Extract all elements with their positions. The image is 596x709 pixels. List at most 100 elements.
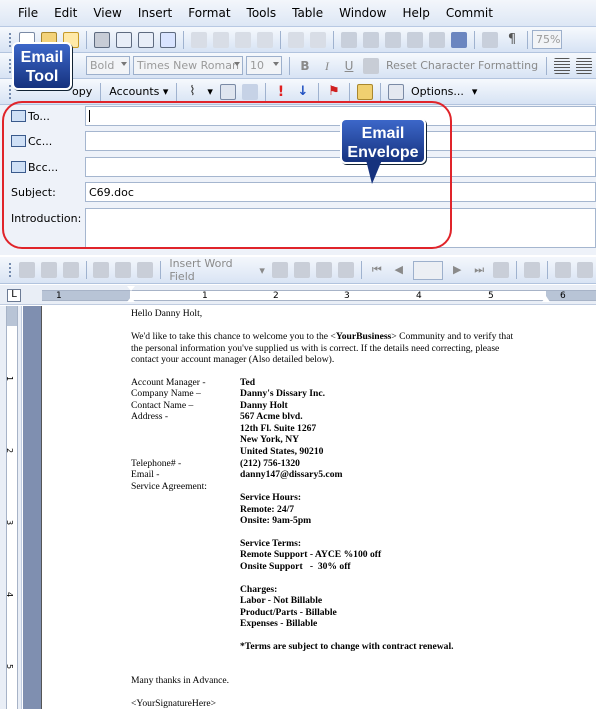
hyperlink-icon[interactable]	[341, 31, 357, 48]
document-map-icon[interactable]	[482, 31, 498, 48]
find-entry-icon[interactable]	[493, 262, 510, 278]
spelling-icon[interactable]	[138, 31, 154, 48]
highlight-fields-icon[interactable]	[293, 262, 310, 278]
options-button[interactable]: Options...	[411, 85, 464, 98]
underline-icon[interactable]: U	[341, 58, 357, 74]
menu-insert[interactable]: Insert	[130, 6, 180, 20]
print-preview-icon[interactable]	[116, 31, 132, 48]
format-painter-icon[interactable]	[257, 31, 273, 48]
address-line: 12th Fl. Suite 1267	[240, 423, 317, 434]
check-errors-icon[interactable]	[524, 262, 541, 278]
ruler-bar[interactable]: 1 1 2 3 4 5 6	[42, 290, 596, 301]
ruler-number: 4	[5, 591, 15, 598]
onsite-hours: Onsite: 9am-5pm	[240, 515, 312, 526]
menu-table[interactable]: Table	[284, 6, 331, 20]
follow-up-flag-icon[interactable]: ⚑	[326, 84, 342, 100]
menu-view[interactable]: View	[85, 6, 129, 20]
address-book-icon[interactable]	[241, 83, 258, 100]
separator	[86, 30, 87, 49]
drawing-icon[interactable]	[451, 31, 467, 48]
paste-icon[interactable]	[235, 31, 251, 48]
chevron-down-icon[interactable]: ▾	[259, 264, 265, 277]
print-icon[interactable]	[94, 31, 110, 48]
menu-tools[interactable]: Tools	[239, 6, 285, 20]
copy-button[interactable]: opy	[72, 85, 92, 98]
recipients-icon[interactable]	[62, 262, 79, 278]
field-value: Danny's Dissary Inc.	[240, 388, 326, 399]
open-data-source-icon[interactable]	[40, 262, 57, 278]
separator	[183, 30, 184, 49]
check-names-icon[interactable]	[219, 83, 236, 100]
ruler-number: 2	[273, 291, 279, 301]
telephone-value: (212) 756-1320	[240, 458, 300, 469]
intro-line-3: contact your account manager (Also detai…	[131, 354, 335, 365]
propagate-labels-icon[interactable]	[337, 262, 354, 278]
low-importance-icon[interactable]: ↓	[295, 84, 311, 100]
chevron-down-icon: ▾	[162, 85, 169, 98]
style-select[interactable]: Bold	[86, 56, 130, 75]
match-fields-icon[interactable]	[315, 262, 332, 278]
insert-excel-icon[interactable]	[407, 31, 423, 48]
copy-icon[interactable]	[213, 31, 229, 48]
font-size-select[interactable]: 10	[246, 56, 282, 75]
tab-selector[interactable]: L	[7, 289, 21, 302]
first-line-indent-marker[interactable]	[127, 286, 135, 291]
mail-merge-toolbar: Insert Word Field ▾ ⏮ ◀ ▶ ⏭	[0, 257, 596, 284]
bold-icon[interactable]: B	[297, 58, 313, 74]
toolbar-grip[interactable]	[8, 262, 12, 278]
chevron-down-icon[interactable]: ▾	[207, 85, 213, 98]
columns-icon[interactable]	[429, 31, 445, 48]
high-importance-icon[interactable]: !	[273, 84, 289, 100]
view-merged-data-icon[interactable]	[271, 262, 288, 278]
menu-format[interactable]: Format	[180, 6, 238, 20]
menu-help[interactable]: Help	[394, 6, 437, 20]
formatting-toolbar: Bold Times New Roman 10 B I U Reset Char…	[0, 53, 596, 79]
standard-toolbar: ¶ 75%	[0, 27, 596, 53]
reset-character-formatting-button[interactable]: Reset Character Formatting	[386, 59, 538, 72]
menu-window[interactable]: Window	[331, 6, 394, 20]
undo-icon[interactable]	[288, 31, 304, 48]
main-document-setup-icon[interactable]	[18, 262, 35, 278]
field-value: 567 Acme blvd.	[240, 411, 303, 422]
options-icon[interactable]	[387, 83, 404, 100]
align-left-icon[interactable]	[554, 57, 571, 74]
insert-greeting-icon[interactable]	[115, 262, 132, 278]
menu-file[interactable]: File	[10, 6, 46, 20]
tables-borders-icon[interactable]	[363, 31, 379, 48]
redo-icon[interactable]	[310, 31, 326, 48]
insert-table-icon[interactable]	[385, 31, 401, 48]
envelope-options-icon[interactable]	[356, 83, 373, 100]
menu-commit[interactable]: Commit	[438, 6, 501, 20]
merge-to-new-document-icon[interactable]	[555, 262, 572, 278]
ruler-number: 2	[5, 447, 15, 454]
italic-icon[interactable]: I	[319, 58, 335, 74]
reset-formatting-icon[interactable]	[363, 57, 379, 74]
merge-to-printer-icon[interactable]	[577, 262, 594, 278]
research-icon[interactable]	[160, 31, 176, 48]
separator	[264, 82, 266, 101]
intro-line-1: We'd like to take this chance to welcome…	[131, 331, 514, 342]
attach-paperclip-icon[interactable]: ⌇	[184, 84, 200, 100]
chevron-down-icon[interactable]: ▾	[472, 85, 478, 98]
right-indent-marker[interactable]	[542, 296, 550, 302]
insert-address-block-icon[interactable]	[93, 262, 110, 278]
cut-icon[interactable]	[191, 31, 207, 48]
last-record-icon[interactable]: ⏭	[471, 262, 487, 278]
hanging-indent-marker[interactable]	[127, 297, 135, 302]
expenses-charge: Expenses - Billable	[240, 618, 318, 629]
insert-word-field-button[interactable]: Insert Word Field	[169, 257, 251, 283]
align-center-icon[interactable]	[576, 57, 593, 74]
zoom-select[interactable]: 75%	[532, 30, 562, 49]
next-record-icon[interactable]: ▶	[449, 262, 465, 278]
menu-edit[interactable]: Edit	[46, 6, 85, 20]
font-select[interactable]: Times New Roman	[133, 56, 243, 75]
insert-merge-fields-icon[interactable]	[137, 262, 154, 278]
first-record-icon[interactable]: ⏮	[369, 262, 385, 278]
previous-record-icon[interactable]: ◀	[391, 262, 407, 278]
show-hide-pilcrow-icon[interactable]: ¶	[504, 32, 520, 48]
product-charge: Product/Parts - Billable	[240, 607, 337, 618]
record-number-input[interactable]	[412, 260, 444, 280]
separator	[547, 261, 549, 279]
accounts-button[interactable]: Accounts ▾	[109, 85, 168, 98]
ruler-number: 5	[5, 663, 15, 670]
